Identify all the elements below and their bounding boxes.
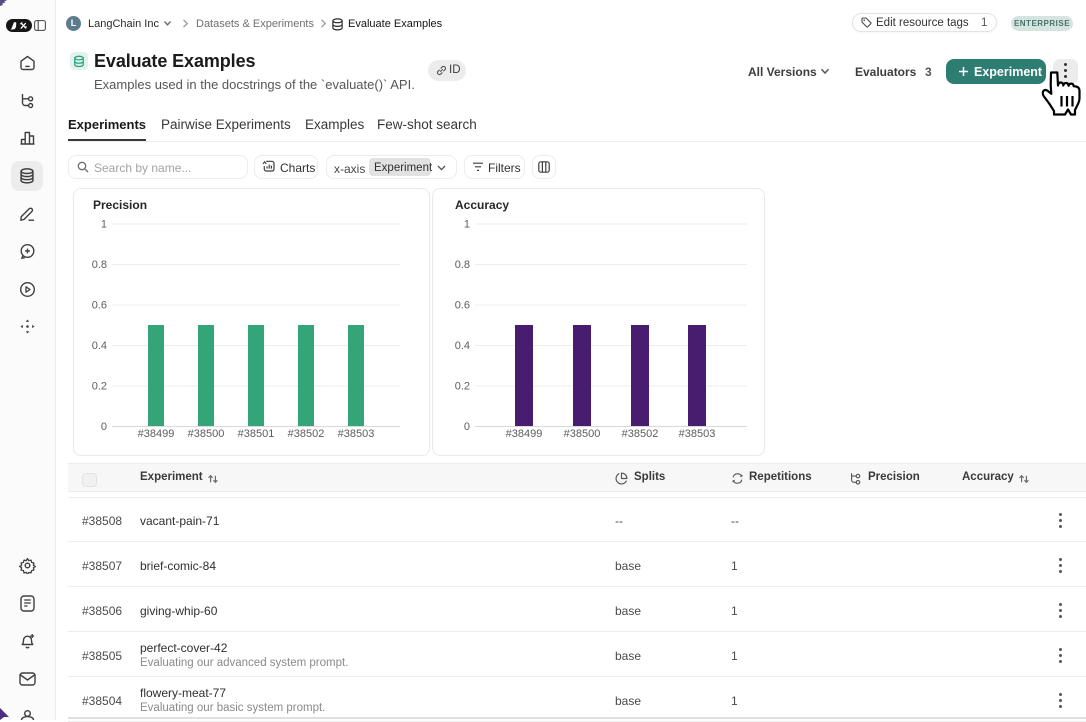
svg-text:#38502: #38502 [622,428,659,440]
svg-text:0: 0 [464,421,470,433]
svg-text:0.2: 0.2 [455,381,470,393]
svg-text:0.2: 0.2 [92,381,107,393]
svg-text:#38503: #38503 [679,428,716,440]
svg-text:0.6: 0.6 [455,300,470,312]
svg-text:#38500: #38500 [564,428,601,440]
svg-text:#38499: #38499 [138,428,175,440]
svg-text:#38502: #38502 [288,428,325,440]
svg-text:1: 1 [464,219,470,231]
svg-text:#38501: #38501 [238,428,275,440]
svg-text:#38503: #38503 [338,428,375,440]
svg-text:0: 0 [101,421,107,433]
svg-text:0.4: 0.4 [455,340,470,352]
svg-text:#38500: #38500 [188,428,225,440]
svg-text:1: 1 [101,219,107,231]
svg-text:0.8: 0.8 [92,259,107,271]
svg-text:0.4: 0.4 [92,340,107,352]
svg-text:0.6: 0.6 [92,300,107,312]
svg-text:0.8: 0.8 [455,259,470,271]
svg-text:#38499: #38499 [506,428,543,440]
